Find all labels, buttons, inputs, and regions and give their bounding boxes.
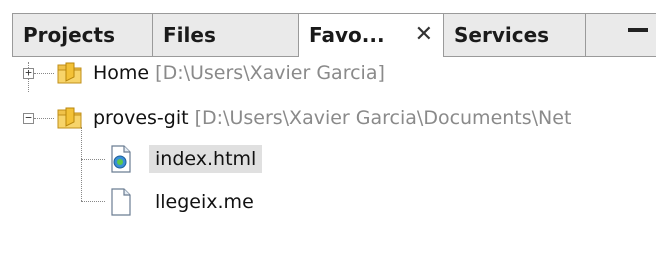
- tree-node-index-html[interactable]: index.html: [149, 145, 263, 173]
- folder-icon: [57, 62, 82, 84]
- favorites-panel: Projects Files Favo... ✕ Services + Home…: [0, 0, 656, 253]
- tab-services[interactable]: Services: [444, 14, 586, 56]
- tab-favorites-label: Favo...: [309, 23, 385, 47]
- tree-node-proves-git[interactable]: proves-git [D:\Users\Xavier Garcia\Docum…: [93, 104, 571, 132]
- collapse-icon[interactable]: −: [23, 112, 34, 124]
- tree-line: [81, 201, 105, 202]
- home-name: Home: [93, 62, 150, 84]
- tree-line: [34, 73, 54, 74]
- tree-line: [81, 127, 82, 201]
- tab-favorites[interactable]: Favo... ✕: [299, 14, 444, 57]
- home-path: [D:\Users\Xavier Garcia]: [155, 62, 385, 84]
- tab-projects[interactable]: Projects: [12, 14, 153, 56]
- tree-node-llegeix-me[interactable]: llegeix.me: [155, 188, 254, 216]
- proves-path: [D:\Users\Xavier Garcia\Documents\Net: [194, 107, 572, 129]
- proves-name: proves-git: [93, 107, 189, 129]
- tree-node-home[interactable]: Home [D:\Users\Xavier Garcia]: [93, 59, 385, 87]
- folder-icon: [57, 107, 82, 129]
- tab-files[interactable]: Files: [153, 14, 299, 56]
- close-icon[interactable]: ✕: [415, 14, 433, 56]
- index-name: index.html: [155, 148, 257, 170]
- panel-left-frame: [0, 13, 12, 253]
- tree-line: [34, 118, 54, 119]
- llegeix-name: llegeix.me: [155, 191, 254, 213]
- tab-bar: Projects Files Favo... ✕ Services: [12, 13, 656, 57]
- favorites-tree: + Home [D:\Users\Xavier Garcia] − proves…: [12, 57, 656, 253]
- tab-projects-label: Projects: [23, 23, 116, 47]
- expand-icon[interactable]: +: [23, 67, 34, 79]
- panel-top-frame: [0, 0, 656, 13]
- minimize-icon[interactable]: [628, 28, 648, 32]
- tab-services-label: Services: [454, 23, 550, 47]
- file-icon: [111, 188, 131, 216]
- html-file-icon: [111, 145, 131, 173]
- tab-files-label: Files: [163, 23, 216, 47]
- tree-line: [81, 159, 105, 160]
